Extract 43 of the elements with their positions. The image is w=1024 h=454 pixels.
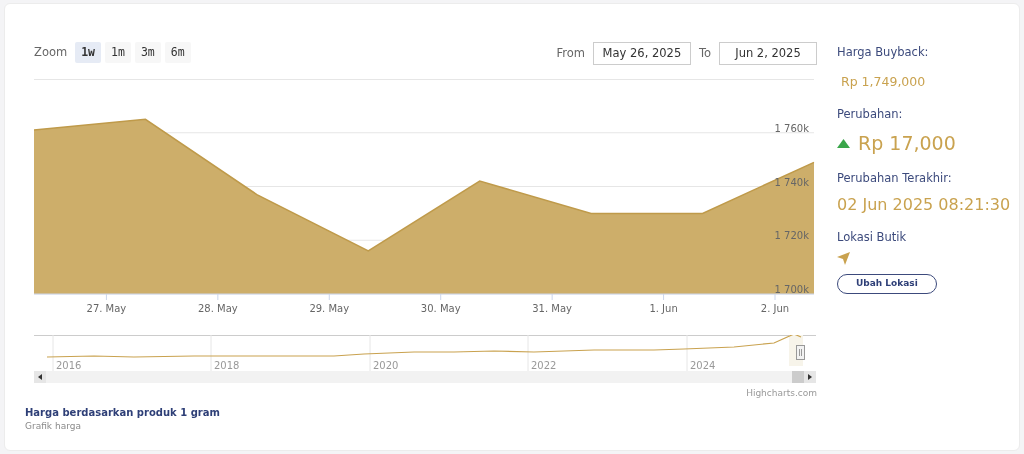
zoom-button[interactable]: 6m <box>164 42 191 64</box>
caption-title: Harga berdasarkan produk 1 gram <box>25 405 221 420</box>
axis-label: 2020 <box>373 360 399 371</box>
date-label: To <box>698 45 711 62</box>
axis-label: 2024 <box>690 360 716 371</box>
info-label: Perubahan Terakhir: <box>837 169 953 187</box>
scrollbar-thumb[interactable] <box>792 371 804 383</box>
axis-label: 2016 <box>56 360 82 371</box>
axis-label: 2022 <box>531 360 557 371</box>
scroll-right-button[interactable] <box>804 371 816 383</box>
range-label: Zoom <box>34 44 68 61</box>
navigator-handle[interactable] <box>796 345 805 360</box>
axis-label: 1 760k <box>774 122 809 134</box>
change-amount: Rp 17,000 <box>858 131 956 157</box>
date-label: From <box>556 45 585 62</box>
caption-subtitle: Grafik harga <box>25 419 82 433</box>
axis-label: 1 740k <box>774 176 809 188</box>
up-triangle-icon <box>837 139 850 148</box>
axis-label: 1. Jun <box>649 303 678 314</box>
axis-label: 2. Jun <box>760 303 790 314</box>
zoom-button[interactable]: 1m <box>105 42 131 64</box>
info-label: Lokasi Butik <box>837 229 908 246</box>
axis-label: 28. May <box>197 303 238 314</box>
buyback-price: Rp 1,749,000 <box>841 73 927 92</box>
change-location-button[interactable]: Ubah Lokasi <box>837 274 937 294</box>
navigation-arrow-icon <box>837 252 850 266</box>
date-field[interactable]: May 26, 2025 <box>592 42 691 66</box>
left-arrow-icon <box>37 374 43 380</box>
axis-label: 31. May <box>532 303 573 314</box>
info-label: Perubahan: <box>837 106 904 123</box>
axis-label: 1 700k <box>774 284 809 295</box>
axis-label: 29. May <box>309 303 350 314</box>
date-field[interactable]: Jun 2, 2025 <box>719 42 817 66</box>
scroll-left-button[interactable] <box>34 371 46 383</box>
info-label: Harga Buyback: <box>837 44 930 61</box>
axis-label: 30. May <box>420 303 461 314</box>
timestamp: 02 Jun 2025 08:21:30 <box>837 194 1012 216</box>
zoom-button[interactable]: 3m <box>134 42 161 64</box>
axis-label: 27. May <box>86 303 127 314</box>
axis-label: 1 720k <box>774 230 809 242</box>
zoom-button[interactable]: 1w <box>75 42 101 64</box>
axis-label: 2018 <box>214 360 240 371</box>
right-arrow-icon <box>807 374 813 380</box>
